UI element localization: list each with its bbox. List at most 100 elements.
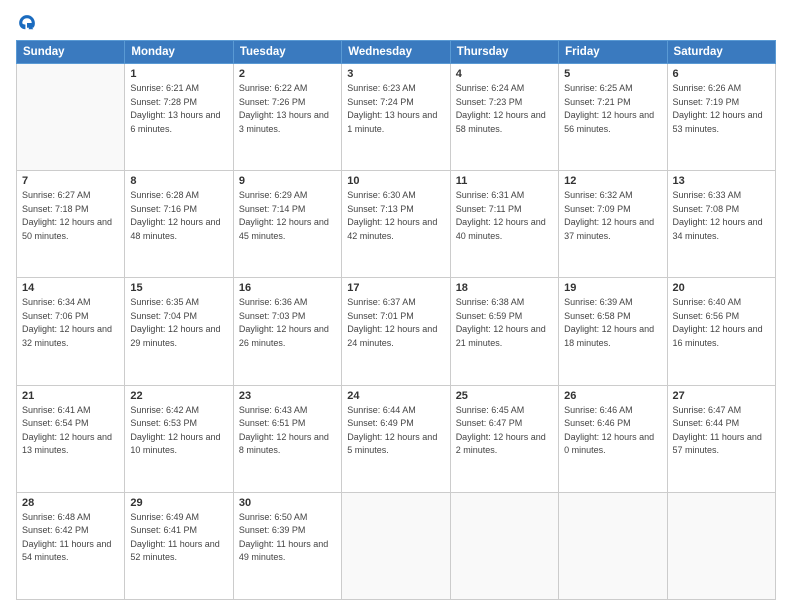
day-info: Sunrise: 6:21 AMSunset: 7:28 PMDaylight:…	[130, 82, 227, 136]
day-number: 17	[347, 282, 444, 294]
weekday-header: Wednesday	[342, 41, 450, 64]
calendar-cell: 20 Sunrise: 6:40 AMSunset: 6:56 PMDayligh…	[667, 278, 775, 385]
calendar-cell: 30Sunrise: 6:50 AMSunset: 6:39 PMDayligh…	[233, 492, 341, 599]
day-number: 2	[239, 68, 336, 80]
calendar-cell	[450, 492, 558, 599]
day-info: Sunrise: 6:37 AMSunset: 7:01 PMDaylight:…	[347, 296, 444, 350]
day-number: 1	[130, 68, 227, 80]
calendar-cell: 17 Sunrise: 6:37 AMSunset: 7:01 PMDayligh…	[342, 278, 450, 385]
calendar-cell: 4Sunrise: 6:24 AMSunset: 7:23 PMDaylight…	[450, 64, 558, 171]
calendar-cell: 5 Sunrise: 6:25 AMSunset: 7:21 PMDaylight…	[559, 64, 667, 171]
day-info: Sunrise: 6:50 AMSunset: 6:39 PMDaylight:…	[239, 511, 336, 565]
calendar-week-row: 7 Sunrise: 6:27 AMSunset: 7:18 PMDaylight…	[17, 171, 776, 278]
calendar-week-row: 21Sunrise: 6:41 AMSunset: 6:54 PMDayligh…	[17, 385, 776, 492]
weekday-header: Thursday	[450, 41, 558, 64]
day-number: 23	[239, 390, 336, 402]
header	[16, 12, 776, 34]
day-info: Sunrise: 6:29 AMSunset: 7:14 PMDaylight:…	[239, 189, 336, 243]
calendar-cell	[559, 492, 667, 599]
day-info: Sunrise: 6:49 AMSunset: 6:41 PMDaylight:…	[130, 511, 227, 565]
calendar-cell: 16 Sunrise: 6:36 AMSunset: 7:03 PMDayligh…	[233, 278, 341, 385]
day-info: Sunrise: 6:38 AMSunset: 6:59 PMDaylight:…	[456, 296, 553, 350]
day-number: 16	[239, 282, 336, 294]
calendar-cell: 11 Sunrise: 6:31 AMSunset: 7:11 PMDayligh…	[450, 171, 558, 278]
day-info: Sunrise: 6:25 AMSunset: 7:21 PMDaylight:…	[564, 82, 661, 136]
day-info: Sunrise: 6:46 AMSunset: 6:46 PMDaylight:…	[564, 404, 661, 458]
weekday-row: SundayMondayTuesdayWednesdayThursdayFrid…	[17, 41, 776, 64]
day-info: Sunrise: 6:41 AMSunset: 6:54 PMDaylight:…	[22, 404, 119, 458]
calendar-cell: 29 Sunrise: 6:49 AMSunset: 6:41 PMDayligh…	[125, 492, 233, 599]
calendar-cell: 24Sunrise: 6:44 AMSunset: 6:49 PMDayligh…	[342, 385, 450, 492]
calendar-cell: 10 Sunrise: 6:30 AMSunset: 7:13 PMDayligh…	[342, 171, 450, 278]
logo-icon	[16, 12, 38, 34]
day-info: Sunrise: 6:43 AMSunset: 6:51 PMDaylight:…	[239, 404, 336, 458]
calendar-cell: 26 Sunrise: 6:46 AMSunset: 6:46 PMDayligh…	[559, 385, 667, 492]
day-info: Sunrise: 6:27 AMSunset: 7:18 PMDaylight:…	[22, 189, 119, 243]
calendar-cell	[342, 492, 450, 599]
calendar-cell: 28 Sunrise: 6:48 AMSunset: 6:42 PMDayligh…	[17, 492, 125, 599]
day-info: Sunrise: 6:24 AMSunset: 7:23 PMDaylight:…	[456, 82, 553, 136]
day-info: Sunrise: 6:47 AMSunset: 6:44 PMDaylight:…	[673, 404, 770, 458]
day-info: Sunrise: 6:28 AMSunset: 7:16 PMDaylight:…	[130, 189, 227, 243]
day-number: 25	[456, 390, 553, 402]
calendar-cell	[17, 64, 125, 171]
day-number: 18	[456, 282, 553, 294]
calendar-cell: 8 Sunrise: 6:28 AMSunset: 7:16 PMDaylight…	[125, 171, 233, 278]
weekday-header: Friday	[559, 41, 667, 64]
day-number: 5	[564, 68, 661, 80]
day-info: Sunrise: 6:35 AMSunset: 7:04 PMDaylight:…	[130, 296, 227, 350]
weekday-header: Tuesday	[233, 41, 341, 64]
day-number: 22	[130, 390, 227, 402]
calendar-cell: 27 Sunrise: 6:47 AMSunset: 6:44 PMDayligh…	[667, 385, 775, 492]
day-info: Sunrise: 6:36 AMSunset: 7:03 PMDaylight:…	[239, 296, 336, 350]
day-number: 26	[564, 390, 661, 402]
logo	[16, 12, 40, 34]
day-number: 29	[130, 497, 227, 509]
day-number: 15	[130, 282, 227, 294]
calendar-cell: 12Sunrise: 6:32 AMSunset: 7:09 PMDayligh…	[559, 171, 667, 278]
day-info: Sunrise: 6:34 AMSunset: 7:06 PMDaylight:…	[22, 296, 119, 350]
day-number: 7	[22, 175, 119, 187]
day-number: 20	[673, 282, 770, 294]
day-number: 6	[673, 68, 770, 80]
day-info: Sunrise: 6:42 AMSunset: 6:53 PMDaylight:…	[130, 404, 227, 458]
calendar-table: SundayMondayTuesdayWednesdayThursdayFrid…	[16, 40, 776, 600]
calendar-cell: 9Sunrise: 6:29 AMSunset: 7:14 PMDaylight…	[233, 171, 341, 278]
day-info: Sunrise: 6:30 AMSunset: 7:13 PMDaylight:…	[347, 189, 444, 243]
calendar-cell: 7 Sunrise: 6:27 AMSunset: 7:18 PMDaylight…	[17, 171, 125, 278]
day-number: 10	[347, 175, 444, 187]
calendar-cell: 2Sunrise: 6:22 AMSunset: 7:26 PMDaylight…	[233, 64, 341, 171]
calendar-cell: 21Sunrise: 6:41 AMSunset: 6:54 PMDayligh…	[17, 385, 125, 492]
weekday-header: Sunday	[17, 41, 125, 64]
day-info: Sunrise: 6:45 AMSunset: 6:47 PMDaylight:…	[456, 404, 553, 458]
calendar-week-row: 14 Sunrise: 6:34 AMSunset: 7:06 PMDayligh…	[17, 278, 776, 385]
day-number: 8	[130, 175, 227, 187]
day-number: 14	[22, 282, 119, 294]
day-number: 12	[564, 175, 661, 187]
day-info: Sunrise: 6:40 AMSunset: 6:56 PMDaylight:…	[673, 296, 770, 350]
calendar-cell: 13Sunrise: 6:33 AMSunset: 7:08 PMDayligh…	[667, 171, 775, 278]
day-info: Sunrise: 6:48 AMSunset: 6:42 PMDaylight:…	[22, 511, 119, 565]
day-info: Sunrise: 6:23 AMSunset: 7:24 PMDaylight:…	[347, 82, 444, 136]
calendar-cell: 22 Sunrise: 6:42 AMSunset: 6:53 PMDayligh…	[125, 385, 233, 492]
day-info: Sunrise: 6:39 AMSunset: 6:58 PMDaylight:…	[564, 296, 661, 350]
calendar-week-row: 1 Sunrise: 6:21 AMSunset: 7:28 PMDaylight…	[17, 64, 776, 171]
day-info: Sunrise: 6:26 AMSunset: 7:19 PMDaylight:…	[673, 82, 770, 136]
calendar-cell: 3Sunrise: 6:23 AMSunset: 7:24 PMDaylight…	[342, 64, 450, 171]
day-info: Sunrise: 6:31 AMSunset: 7:11 PMDaylight:…	[456, 189, 553, 243]
day-number: 13	[673, 175, 770, 187]
calendar-cell: 14 Sunrise: 6:34 AMSunset: 7:06 PMDayligh…	[17, 278, 125, 385]
page: SundayMondayTuesdayWednesdayThursdayFrid…	[0, 0, 792, 612]
day-info: Sunrise: 6:44 AMSunset: 6:49 PMDaylight:…	[347, 404, 444, 458]
calendar-week-row: 28 Sunrise: 6:48 AMSunset: 6:42 PMDayligh…	[17, 492, 776, 599]
calendar-cell: 19 Sunrise: 6:39 AMSunset: 6:58 PMDayligh…	[559, 278, 667, 385]
day-number: 19	[564, 282, 661, 294]
calendar-cell: 18 Sunrise: 6:38 AMSunset: 6:59 PMDayligh…	[450, 278, 558, 385]
weekday-header: Saturday	[667, 41, 775, 64]
calendar-body: 1 Sunrise: 6:21 AMSunset: 7:28 PMDaylight…	[17, 64, 776, 600]
calendar-cell: 1 Sunrise: 6:21 AMSunset: 7:28 PMDaylight…	[125, 64, 233, 171]
day-number: 27	[673, 390, 770, 402]
calendar-cell: 23 Sunrise: 6:43 AMSunset: 6:51 PMDayligh…	[233, 385, 341, 492]
day-number: 11	[456, 175, 553, 187]
day-number: 28	[22, 497, 119, 509]
